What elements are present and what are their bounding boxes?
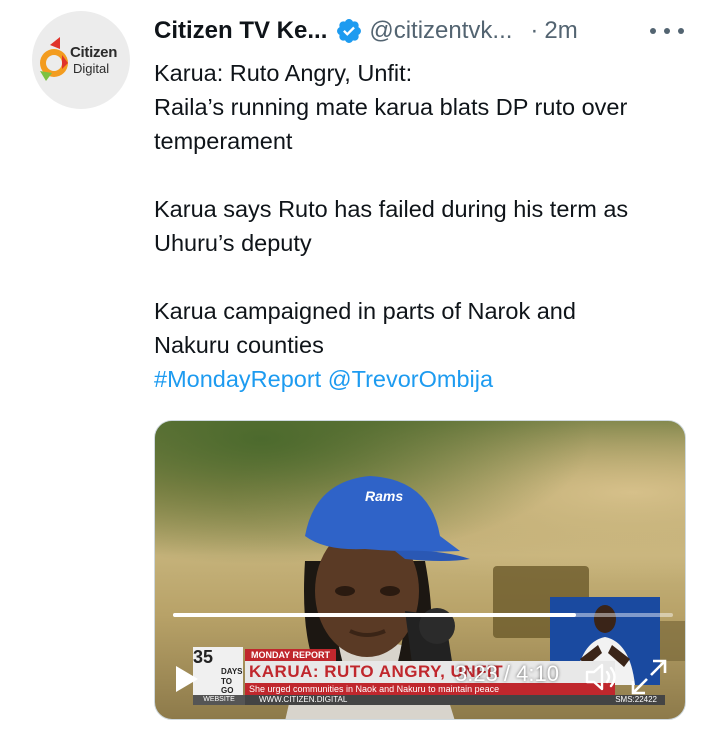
segment-badge: MONDAY REPORT	[245, 649, 337, 661]
countdown-togo: TO GO	[221, 677, 234, 695]
tweet-text-line: Karua says Ruto has failed during his te…	[154, 196, 629, 222]
avatar-brand-line1: Citizen	[70, 44, 118, 61]
tweet-text-line: Karua: Ruto Angry, Unfit:	[154, 60, 413, 86]
more-options-icon[interactable]	[650, 20, 684, 42]
separator-dot: ·	[530, 17, 539, 44]
news-headline: KARUA: RUTO ANGRY, UNFIT	[245, 661, 615, 683]
hashtag-link[interactable]: #MondayReport	[154, 366, 321, 392]
video-player[interactable]: Rams 35 DAYS TO GO MONDAY REPORT KARUA: …	[154, 420, 686, 720]
more-dot	[678, 28, 684, 34]
tweet-text-line: Raila’s running mate karua blats DP ruto…	[154, 94, 628, 120]
more-dot	[650, 28, 656, 34]
play-icon[interactable]	[173, 663, 201, 695]
tweet-text-line: Nakuru counties	[154, 332, 324, 358]
tweet-text-line: Uhuru’s deputy	[154, 230, 312, 256]
verified-badge-icon	[337, 19, 362, 43]
news-subline: She urged communities in Naok and Nakuru…	[245, 683, 615, 695]
tweet-text-line: temperament	[154, 128, 293, 154]
tweet[interactable]: Citizen Digital Citizen TV Ke... @citize…	[0, 0, 720, 735]
author-display-name[interactable]: Citizen TV Ke...	[154, 17, 327, 45]
video-timecode: 3:23 / 4:10	[455, 661, 559, 686]
avatar-brand-line2: Digital	[73, 61, 110, 76]
countdown-days: DAYS	[221, 667, 243, 676]
tweet-text-line: Karua campaigned in parts of Narok and	[154, 298, 576, 324]
website-url-text: WWW.CITIZEN.DIGITAL	[259, 695, 348, 704]
video-progress-bar[interactable]	[173, 613, 673, 617]
website-url: WWW.CITIZEN.DIGITAL SMS:22422	[245, 695, 665, 705]
website-label: WEBSITE	[193, 695, 245, 705]
cap-text: Rams	[365, 488, 403, 504]
tweet-header: Citizen TV Ke... @citizentvk... · 2m	[154, 14, 694, 48]
avatar[interactable]: Citizen Digital	[32, 11, 130, 109]
fullscreen-icon[interactable]	[629, 657, 669, 697]
tweet-tags-line: #MondayReport @TrevorOmbija	[154, 362, 694, 396]
mention-link[interactable]: @TrevorOmbija	[328, 366, 493, 392]
volume-icon[interactable]	[583, 659, 619, 695]
author-handle[interactable]: @citizentvk...	[369, 17, 512, 45]
timestamp[interactable]: 2m	[544, 17, 577, 45]
video-progress-fill	[173, 613, 576, 617]
more-dot	[664, 28, 670, 34]
